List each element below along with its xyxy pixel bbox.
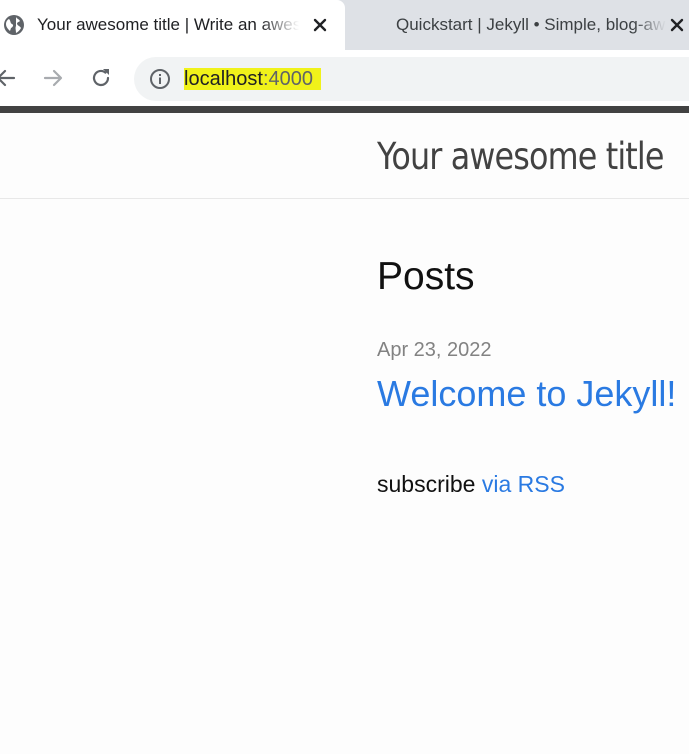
post-link[interactable]: Welcome to Jekyll! bbox=[377, 371, 676, 417]
tab-your-awesome-title[interactable]: Your awesome title | Write an awesome de… bbox=[0, 0, 345, 50]
info-icon[interactable] bbox=[149, 68, 171, 90]
url-host: localhost bbox=[184, 68, 263, 90]
address-bar[interactable]: localhost:4000 bbox=[134, 57, 689, 101]
browser-toolbar: localhost:4000 bbox=[0, 50, 689, 106]
tab-title: Your awesome title | Write an awesome de… bbox=[37, 15, 299, 34]
subscribe-line: subscribe via RSS bbox=[377, 470, 565, 498]
tab-quickstart-jekyll[interactable]: Quickstart | Jekyll • Simple, blog-aware bbox=[345, 0, 689, 50]
tab-title: Quickstart | Jekyll • Simple, blog-aware bbox=[396, 15, 666, 34]
close-tab-icon[interactable] bbox=[665, 13, 689, 37]
subscribe-prefix: subscribe bbox=[377, 471, 476, 497]
site-top-border bbox=[0, 106, 689, 113]
site-header: Your awesome title bbox=[0, 113, 689, 199]
post-date: Apr 23, 2022 bbox=[377, 339, 492, 361]
url-port: :4000 bbox=[262, 68, 321, 90]
posts-heading: Posts bbox=[377, 255, 475, 298]
site-title[interactable]: Your awesome title bbox=[377, 135, 664, 178]
forward-arrow-icon[interactable] bbox=[39, 64, 67, 92]
url-text[interactable]: localhost:4000 bbox=[184, 67, 321, 91]
reload-icon[interactable] bbox=[87, 64, 115, 92]
globe-icon bbox=[3, 14, 25, 36]
close-tab-icon[interactable] bbox=[308, 13, 332, 37]
back-arrow-icon[interactable] bbox=[0, 64, 20, 92]
tab-strip: Your awesome title | Write an awesome de… bbox=[0, 0, 689, 50]
rss-link[interactable]: via RSS bbox=[482, 471, 565, 497]
